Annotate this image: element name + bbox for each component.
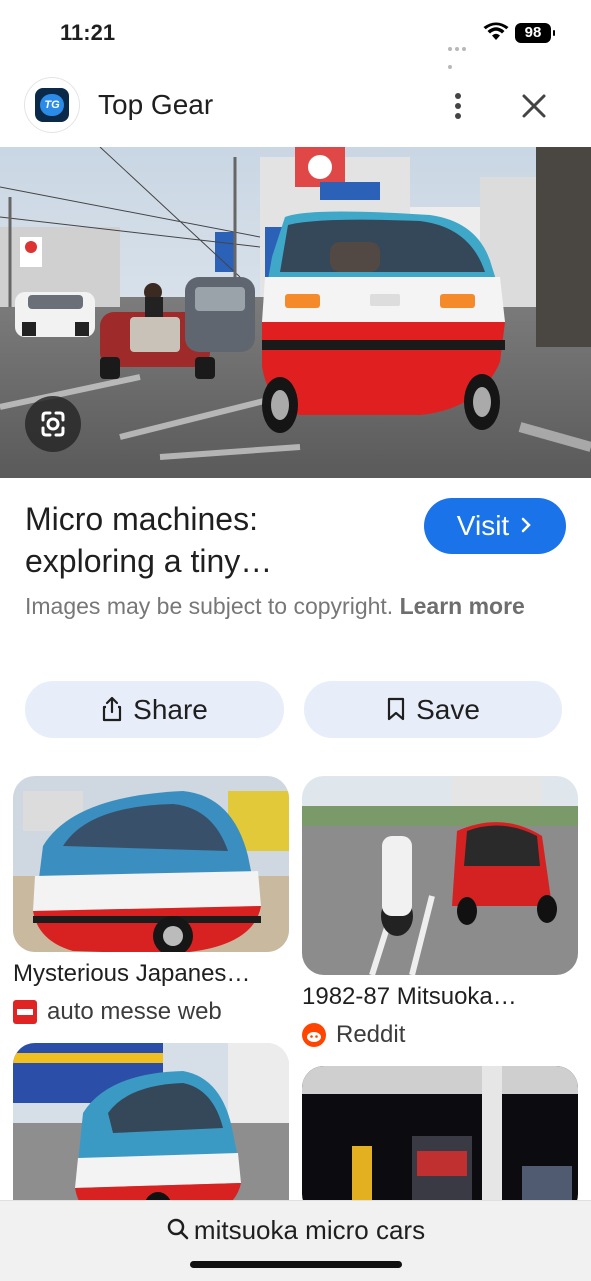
close-icon[interactable] <box>518 90 550 122</box>
site-name[interactable]: Top Gear <box>98 89 213 121</box>
site-logo-badge: TG <box>35 88 69 122</box>
related-title: 1982-87 Mitsuoka… <box>302 983 517 1010</box>
result-title-line2: exploring a tiny… <box>25 543 273 579</box>
site-logo[interactable]: TG <box>25 78 79 132</box>
google-lens-button[interactable] <box>25 396 81 452</box>
signal-icon <box>448 38 474 69</box>
visit-label: Visit <box>456 510 510 541</box>
related-thumbnail <box>302 1066 578 1216</box>
share-button[interactable]: Share <box>25 681 284 738</box>
related-card[interactable]: Mysterious Japanes… auto messe web <box>13 776 289 1026</box>
visit-button[interactable]: Visit <box>424 498 566 554</box>
more-vert-icon[interactable] <box>444 90 472 122</box>
chevron-right-icon <box>521 517 531 532</box>
bottom-search-bar[interactable]: mitsuoka micro cars <box>0 1200 591 1281</box>
site-logo-text: TG <box>40 94 64 116</box>
result-title[interactable]: Micro machines: exploring a tiny… <box>25 498 405 582</box>
wifi-icon <box>483 22 509 40</box>
bookmark-icon <box>387 697 405 720</box>
related-thumbnail <box>13 776 289 952</box>
status-time: 11:21 <box>60 20 116 45</box>
search-query-text: mitsuoka micro cars <box>193 1215 426 1245</box>
related-source: Reddit <box>302 1021 578 1049</box>
related-card[interactable] <box>302 1066 578 1216</box>
save-button[interactable]: Save <box>304 681 562 738</box>
copyright-notice: Images may be subject to copyright. Lear… <box>25 590 555 623</box>
share-icon <box>103 696 122 721</box>
learn-more-link[interactable]: Learn more <box>400 593 525 619</box>
home-indicator <box>190 1261 402 1268</box>
search-query[interactable]: mitsuoka micro cars <box>0 1215 591 1246</box>
result-title-line1: Micro machines: <box>25 501 258 537</box>
reddit-icon <box>302 1023 326 1047</box>
hero-image[interactable] <box>0 147 591 478</box>
save-label: Save <box>416 694 480 725</box>
related-source-name: auto messe web <box>47 998 222 1025</box>
related-title: Mysterious Japanes… <box>13 960 251 987</box>
related-source: auto messe web <box>13 998 289 1026</box>
battery-indicator: 98 <box>515 23 555 43</box>
result-header: TG Top Gear <box>0 72 591 142</box>
status-bar: 11:21 98 <box>0 0 591 69</box>
search-icon <box>167 1218 189 1240</box>
related-thumbnail <box>13 1043 289 1223</box>
related-thumbnail <box>302 776 578 975</box>
related-card[interactable] <box>13 1043 289 1223</box>
copyright-text: Images may be subject to copyright. <box>25 593 394 619</box>
related-source-name: Reddit <box>336 1021 406 1048</box>
auto-messe-web-icon <box>13 1000 37 1024</box>
related-card[interactable]: 1982-87 Mitsuoka… Reddit <box>302 776 578 1049</box>
google-lens-icon <box>41 411 65 437</box>
share-label: Share <box>133 694 208 725</box>
